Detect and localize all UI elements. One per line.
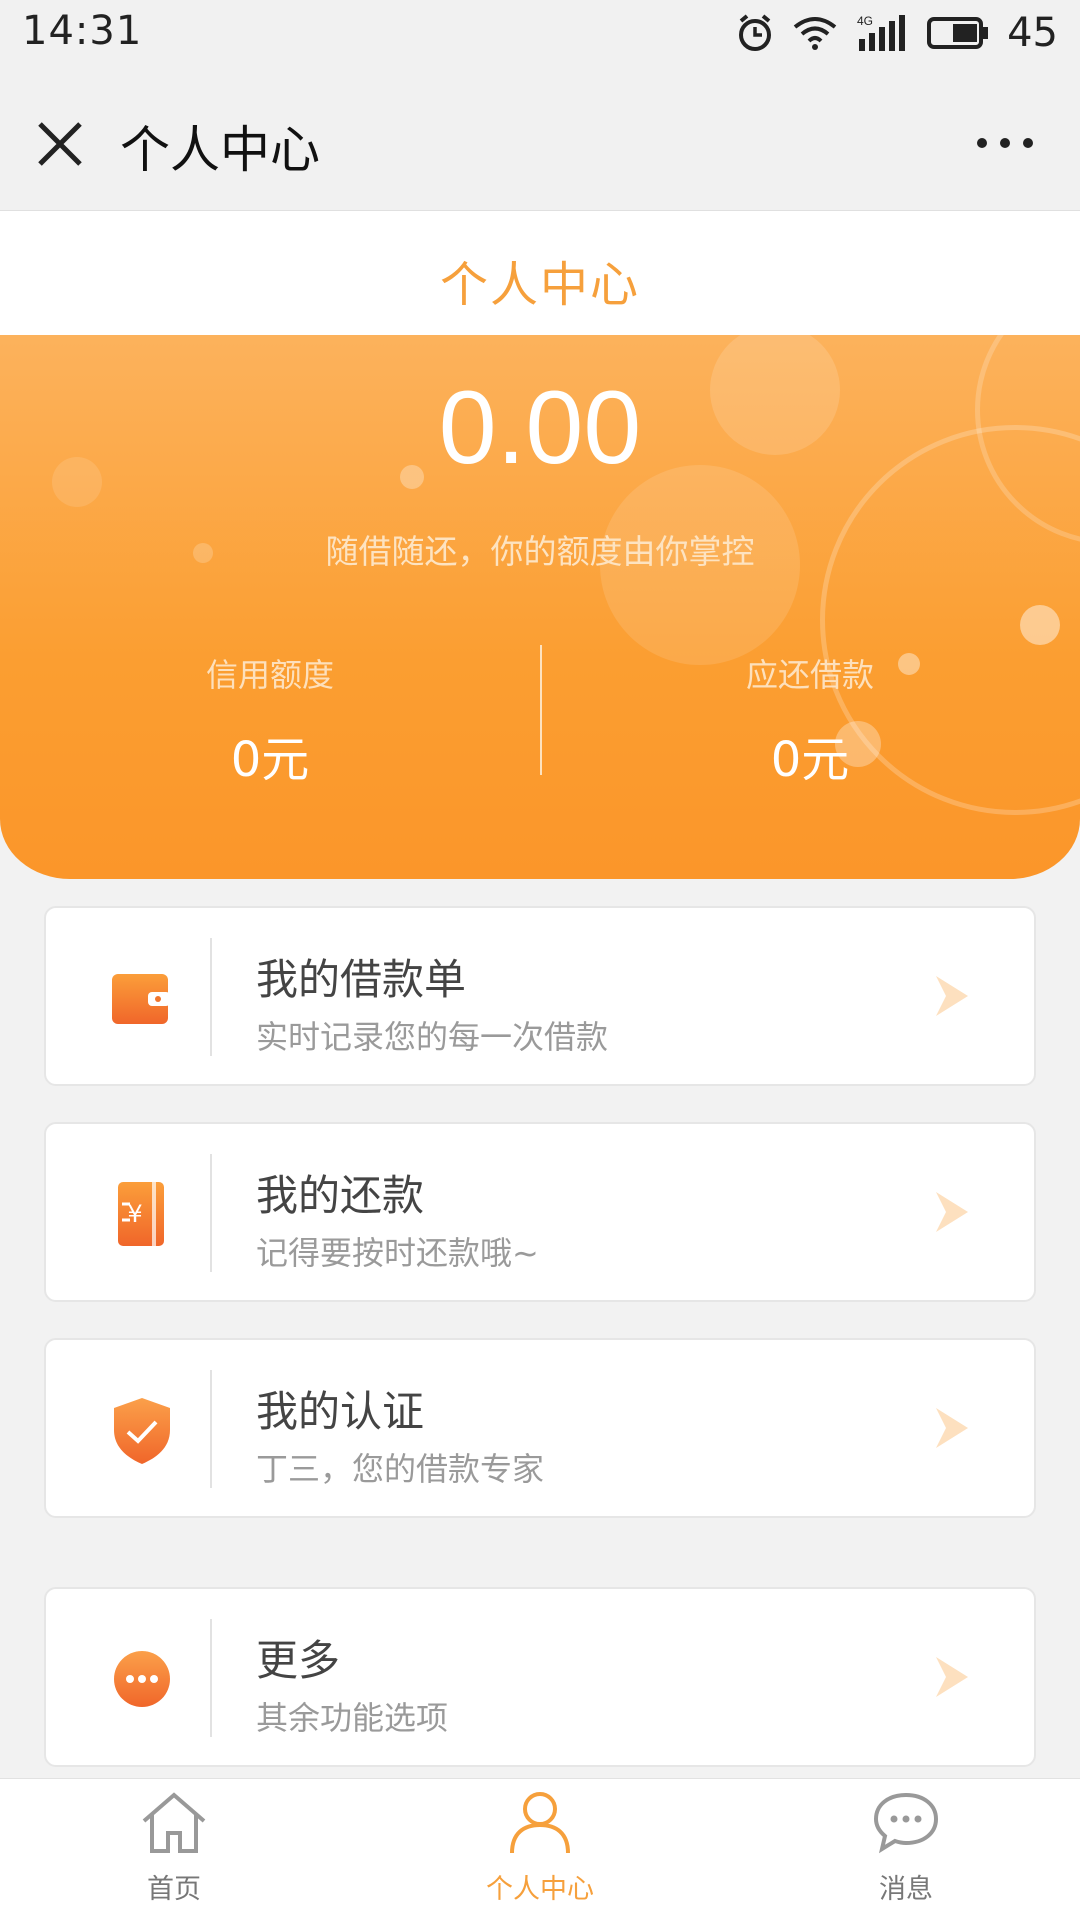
- more-menu-icon[interactable]: [970, 118, 1040, 168]
- menu-item-my-loans[interactable]: 我的借款单 实时记录您的每一次借款: [44, 906, 1036, 1086]
- tab-profile[interactable]: 个人中心: [440, 1789, 640, 1906]
- nav-bar: 个人中心: [0, 66, 1080, 211]
- card-subtitle: 其余功能选项: [256, 1699, 449, 1737]
- card-divider: [210, 1154, 212, 1272]
- card-title: 更多: [256, 1636, 341, 1685]
- hero-slogan: 随借随还，你的额度由你掌控: [325, 532, 755, 571]
- signal-icon: 4G: [857, 14, 906, 51]
- battery-level: 45: [1007, 10, 1058, 56]
- amount-due-label: 应还借款: [745, 656, 874, 694]
- close-icon[interactable]: [30, 114, 90, 174]
- credit-limit-stat: 信用额度 0元: [0, 650, 540, 790]
- chevron-right-icon: [936, 1408, 968, 1448]
- credit-limit-label: 信用额度: [205, 656, 334, 694]
- status-bar: 14:31 4G 45: [0, 0, 1080, 66]
- more-dots-icon: [114, 1651, 170, 1707]
- nav-title: 个人中心: [120, 121, 320, 179]
- tab-label: 消息: [879, 1874, 933, 1905]
- card-title: 我的还款: [256, 1171, 425, 1220]
- wifi-icon: [793, 17, 837, 50]
- balance-amount: 0.00: [438, 370, 642, 486]
- card-divider: [210, 1619, 212, 1737]
- bottom-tab-bar: 首页 个人中心 消息: [0, 1778, 1080, 1921]
- message-icon: [873, 1792, 939, 1854]
- status-icons: 4G 45: [735, 8, 1058, 58]
- card-subtitle: 记得要按时还款哦~: [256, 1234, 539, 1272]
- tab-home[interactable]: 首页: [74, 1789, 274, 1906]
- shield-check-icon: [114, 1398, 170, 1464]
- tab-label: 个人中心: [486, 1874, 594, 1905]
- card-title: 我的认证: [256, 1387, 425, 1436]
- alarm-icon: [739, 14, 772, 51]
- card-title: 我的借款单: [256, 955, 467, 1004]
- balance-hero: 0.00 随借随还，你的额度由你掌控 信用额度 0元 应还借款 0元: [0, 335, 1080, 879]
- card-divider: [210, 938, 212, 1056]
- network-type-label: 4G: [857, 14, 873, 28]
- card-subtitle: 丁三，您的借款专家: [256, 1450, 545, 1488]
- wallet-icon: [112, 974, 170, 1024]
- card-divider: [210, 1370, 212, 1488]
- repay-book-icon: ¥: [118, 1182, 164, 1246]
- amount-due-stat: 应还借款 0元: [540, 650, 1080, 790]
- menu-item-my-verification[interactable]: 我的认证 丁三，您的借款专家: [44, 1338, 1036, 1518]
- tab-messages[interactable]: 消息: [806, 1789, 1006, 1906]
- tab-label: 首页: [147, 1874, 201, 1905]
- status-time: 14:31: [22, 8, 143, 54]
- chevron-right-icon: [936, 1192, 968, 1232]
- home-icon: [142, 1792, 206, 1853]
- page-title: 个人中心: [439, 257, 640, 313]
- page-header: 个人中心: [0, 211, 1080, 335]
- menu-item-my-repayments[interactable]: ¥ 我的还款 记得要按时还款哦~: [44, 1122, 1036, 1302]
- user-icon: [510, 1792, 570, 1854]
- decor-dot: [1020, 605, 1060, 645]
- credit-limit-value: 0元: [230, 732, 310, 788]
- card-subtitle: 实时记录您的每一次借款: [256, 1018, 609, 1056]
- chevron-right-icon: [936, 1657, 968, 1697]
- amount-due-value: 0元: [770, 732, 850, 788]
- battery-icon: [927, 17, 989, 49]
- chevron-right-icon: [936, 976, 968, 1016]
- menu-item-more[interactable]: 更多 其余功能选项: [44, 1587, 1036, 1767]
